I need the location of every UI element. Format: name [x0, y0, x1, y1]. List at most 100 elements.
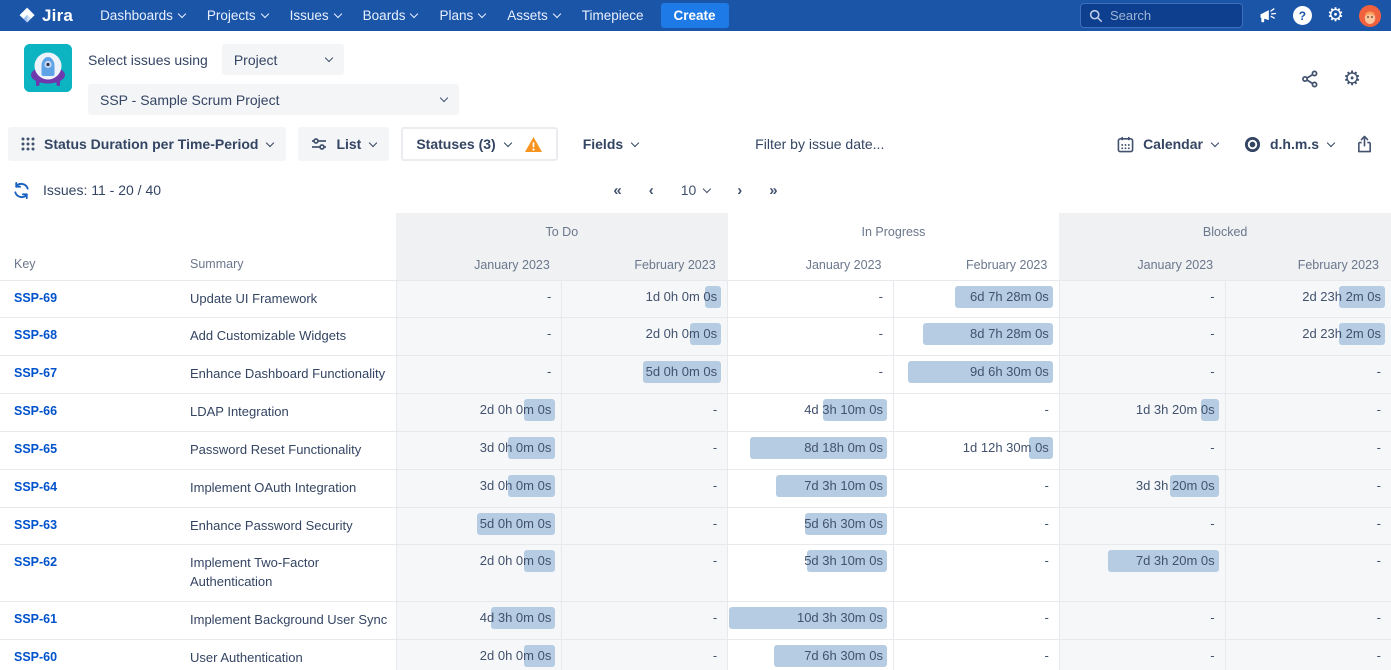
month-header: January 2023 [1059, 250, 1225, 280]
issue-key-link[interactable]: SSP-63 [14, 518, 57, 532]
issue-key-link[interactable]: SSP-60 [14, 650, 57, 664]
navbar-search[interactable] [1080, 3, 1243, 28]
nav-item-assets[interactable]: Assets [496, 0, 571, 31]
duration-value: 2d 23h 2m 0s [1302, 318, 1381, 350]
month-header: February 2023 [1225, 250, 1391, 280]
duration-cell: - [1059, 602, 1225, 640]
user-avatar[interactable] [1359, 5, 1381, 27]
duration-value: - [879, 281, 883, 313]
jira-logo[interactable]: Jira [18, 6, 73, 26]
issue-summary: Add Customizable Widgets [176, 318, 396, 356]
issue-key-link[interactable]: SSP-62 [14, 555, 57, 569]
nav-item-plans[interactable]: Plans [428, 0, 496, 31]
page-size-select[interactable]: 10 [681, 182, 711, 198]
help-icon[interactable]: ? [1293, 6, 1312, 25]
project-select[interactable]: SSP - Sample Scrum Project [88, 84, 459, 115]
duration-cell: 7d 3h 20m 0s [1059, 545, 1225, 602]
duration-format-icon [1244, 136, 1261, 153]
chevron-down-icon [369, 138, 377, 146]
duration-cell: - [893, 469, 1059, 507]
issue-key-link[interactable]: SSP-67 [14, 366, 57, 380]
page-size-value: 10 [681, 182, 697, 198]
duration-value: - [1377, 394, 1381, 426]
duration-value: - [1210, 602, 1214, 634]
share-icon[interactable] [1301, 70, 1319, 88]
next-page-button[interactable]: › [737, 182, 742, 199]
issue-summary: Enhance Dashboard Functionality [176, 356, 396, 394]
month-header: February 2023 [893, 250, 1059, 280]
project-value: SSP - Sample Scrum Project [100, 92, 279, 108]
issue-key-link[interactable]: SSP-66 [14, 404, 57, 418]
issue-key-link[interactable]: SSP-61 [14, 612, 57, 626]
duration-value: 1d 12h 30m 0s [963, 432, 1049, 464]
statuses-button[interactable]: Statuses (3) [401, 127, 557, 161]
duration-cell: 2d 0h 0m 0s [396, 545, 562, 602]
duration-value: 9d 6h 30m 0s [970, 356, 1049, 388]
duration-cell: - [1059, 356, 1225, 394]
issue-source-select[interactable]: Project [222, 44, 344, 75]
report-type-button[interactable]: Status Duration per Time-Period [8, 127, 286, 161]
duration-value: 4d 3h 0m 0s [480, 602, 552, 634]
grid-icon [21, 137, 35, 151]
duration-value: 1d 0h 0m 0s [646, 281, 718, 313]
duration-cell: - [562, 639, 728, 670]
chevron-down-icon [266, 138, 274, 146]
prev-page-button[interactable]: ‹ [649, 182, 654, 199]
nav-item-boards[interactable]: Boards [352, 0, 429, 31]
month-header: January 2023 [728, 250, 894, 280]
export-icon[interactable] [1356, 135, 1373, 154]
report-settings-gear-icon[interactable]: ⚙ [1343, 66, 1361, 91]
duration-value: 6d 7h 28m 0s [970, 281, 1049, 313]
create-button[interactable]: Create [661, 3, 729, 28]
duration-value: - [1377, 432, 1381, 464]
status-duration-table: Key Summary To DoIn ProgressBlocked Janu… [0, 213, 1391, 670]
chevron-down-icon [440, 94, 448, 102]
duration-cell: - [1225, 602, 1391, 640]
nav-item-projects[interactable]: Projects [196, 0, 279, 31]
calendar-button[interactable]: Calendar [1113, 127, 1222, 161]
nav-menu: DashboardsProjectsIssuesBoardsPlansAsset… [89, 0, 654, 31]
table-row: SSP-62Implement Two-Factor Authenticatio… [0, 545, 1391, 602]
table-row: SSP-69Update UI Framework-1d 0h 0m 0s-6d… [0, 280, 1391, 318]
calendar-label: Calendar [1143, 136, 1203, 152]
duration-cell: 5d 3h 10m 0s [728, 545, 894, 602]
timepiece-app-icon [24, 44, 72, 92]
first-page-button[interactable]: « [613, 182, 621, 199]
duration-value: - [1044, 508, 1048, 540]
duration-cell: - [893, 602, 1059, 640]
settings-icon[interactable]: ⚙ [1327, 6, 1344, 25]
last-page-button[interactable]: » [769, 182, 777, 199]
nav-item-timepiece[interactable]: Timepiece [571, 0, 655, 31]
table-row: SSP-61Implement Background User Sync4d 3… [0, 602, 1391, 640]
issue-key-link[interactable]: SSP-68 [14, 328, 57, 342]
table-row: SSP-68 Add Customizable Widgets - 2d 0h 0m … [0, 318, 1391, 356]
status-group-header-to-do: To Do [396, 213, 728, 250]
duration-cell: - [728, 280, 894, 318]
duration-cell: 6d 7h 28m 0s [893, 280, 1059, 318]
announcements-icon[interactable] [1258, 7, 1278, 25]
duration-cell: 7d 3h 10m 0s [728, 469, 894, 507]
issue-key-link[interactable]: SSP-65 [14, 442, 57, 456]
duration-value: 5d 0h 0m 0s [646, 356, 718, 388]
duration-cell: - [396, 356, 562, 394]
duration-cell: - [562, 394, 728, 432]
chevron-down-icon [631, 138, 639, 146]
select-issues-label: Select issues using [88, 52, 208, 68]
duration-value: - [1377, 470, 1381, 502]
time-format-button[interactable]: d.h.m.s [1240, 127, 1338, 161]
nav-item-dashboards[interactable]: Dashboards [89, 0, 196, 31]
duration-value: - [879, 318, 883, 350]
issue-key-link[interactable]: SSP-64 [14, 480, 57, 494]
search-input[interactable] [1110, 8, 1220, 23]
warning-icon [524, 136, 543, 153]
table-row: SSP-63Enhance Password Security5d 0h 0m … [0, 507, 1391, 545]
duration-value: 2d 0h 0m 0s [646, 318, 718, 350]
refresh-icon[interactable] [12, 181, 31, 200]
issue-date-filter-input[interactable] [755, 136, 995, 152]
issue-key-link[interactable]: SSP-69 [14, 291, 57, 305]
view-mode-button[interactable]: List [298, 127, 389, 161]
nav-item-issues[interactable]: Issues [279, 0, 352, 31]
duration-value: 5d 6h 30m 0s [804, 508, 883, 540]
fields-button[interactable]: Fields [570, 127, 651, 161]
duration-value: - [713, 470, 717, 502]
